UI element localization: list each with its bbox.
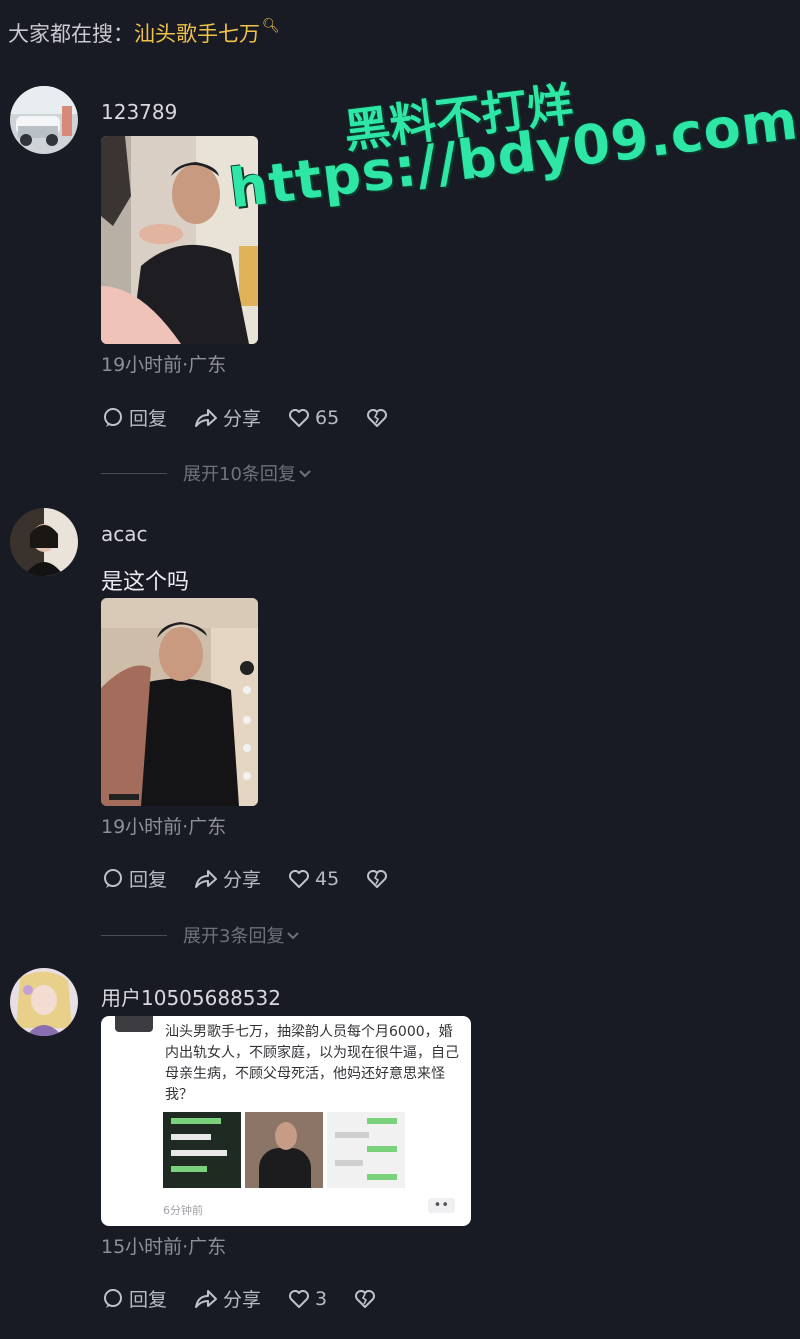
divider (101, 934, 167, 936)
dislike-button[interactable] (365, 867, 393, 891)
chat-bubble (335, 1132, 369, 1138)
card-image-3 (327, 1112, 405, 1188)
chat-bubble (367, 1174, 397, 1180)
username[interactable]: acac (101, 522, 148, 546)
share-label: 分享 (223, 1289, 262, 1311)
heart-icon (289, 1289, 310, 1308)
dislike-button[interactable] (365, 406, 393, 430)
search-icon[interactable]: 🔍︎ (262, 18, 280, 34)
comment-image[interactable] (101, 598, 258, 806)
chat-bubble (367, 1118, 397, 1124)
action-bar: 回复 分享 65 (101, 404, 419, 431)
chat-bubble (171, 1166, 207, 1172)
like-count: 65 (315, 406, 340, 429)
card-header-thumb (115, 1016, 153, 1032)
chat-bubble (171, 1134, 211, 1140)
expand-replies[interactable]: 展开3条回复 (101, 922, 302, 948)
face-shape (275, 1122, 297, 1150)
avatar[interactable] (10, 968, 78, 1036)
reply-button[interactable]: 回复 (101, 404, 167, 431)
comment-text: 是这个吗 (101, 570, 190, 595)
like-button[interactable]: 3 (287, 1287, 327, 1311)
broken-heart-icon (355, 1289, 376, 1308)
comment-image[interactable]: 汕头男歌手七万，抽梁韵人员每个月6000，婚内出轨女人，不顾家庭，以为现在很牛逼… (101, 1016, 471, 1226)
comment-bubble-icon (104, 407, 122, 427)
reply-button[interactable]: 回复 (101, 1285, 167, 1312)
share-button[interactable]: 分享 (193, 404, 261, 431)
chat-bubble (171, 1118, 221, 1124)
chevron-down-icon (299, 470, 311, 478)
username[interactable]: 123789 (101, 100, 177, 124)
share-button[interactable]: 分享 (193, 865, 261, 892)
like-button[interactable]: 65 (287, 406, 339, 430)
expand-replies[interactable]: 展开10条回复 (101, 460, 314, 486)
person-shape (259, 1148, 311, 1188)
broken-heart-icon (367, 408, 388, 427)
action-bar: 回复 分享 45 (101, 865, 419, 892)
share-arrow-icon (195, 408, 218, 427)
comment-meta: 19小时前·广东 (101, 354, 227, 376)
like-button[interactable]: 45 (287, 867, 339, 891)
reply-label: 回复 (129, 408, 168, 430)
divider (101, 472, 167, 474)
comment-meta: 15小时前·广东 (101, 1236, 227, 1258)
comment-meta: 19小时前·广东 (101, 816, 227, 838)
avatar[interactable] (10, 508, 78, 576)
comment-bubble-icon (104, 868, 122, 888)
expand-label: 展开3条回复 (183, 926, 285, 947)
chat-bubble (335, 1160, 363, 1166)
card-image-1 (163, 1112, 241, 1188)
reply-label: 回复 (129, 869, 168, 891)
reply-label: 回复 (129, 1289, 168, 1311)
share-label: 分享 (223, 408, 262, 430)
comment-bubble-icon (104, 1288, 122, 1308)
card-text: 汕头男歌手七万，抽梁韵人员每个月6000，婚内出轨女人，不顾家庭，以为现在很牛逼… (165, 1024, 459, 1103)
heart-icon (289, 869, 310, 888)
heart-icon (289, 408, 310, 427)
like-count: 3 (315, 1287, 328, 1310)
search-term[interactable]: 汕头歌手七万 (134, 22, 260, 46)
reply-button[interactable]: 回复 (101, 865, 167, 892)
share-button[interactable]: 分享 (193, 1285, 261, 1312)
dislike-button[interactable] (353, 1287, 381, 1311)
action-bar: 回复 分享 3 (101, 1285, 407, 1312)
card-image-2 (245, 1112, 323, 1188)
search-prefix: 大家都在搜： (8, 22, 134, 46)
share-label: 分享 (223, 869, 262, 891)
share-arrow-icon (195, 1289, 218, 1308)
card-time: 6分钟前 (163, 1204, 203, 1217)
more-icon[interactable]: •• (427, 1198, 455, 1213)
chevron-down-icon (287, 932, 300, 940)
like-count: 45 (315, 867, 340, 890)
chat-bubble (171, 1150, 227, 1156)
broken-heart-icon (367, 869, 388, 888)
username[interactable]: 用户10505688532 (101, 982, 281, 1011)
avatar[interactable] (10, 86, 78, 154)
chat-bubble (367, 1146, 397, 1152)
share-arrow-icon (195, 869, 218, 888)
search-suggestion[interactable]: 大家都在搜：汕头歌手七万 🔍︎ (8, 18, 280, 48)
expand-label: 展开10条回复 (183, 464, 296, 485)
